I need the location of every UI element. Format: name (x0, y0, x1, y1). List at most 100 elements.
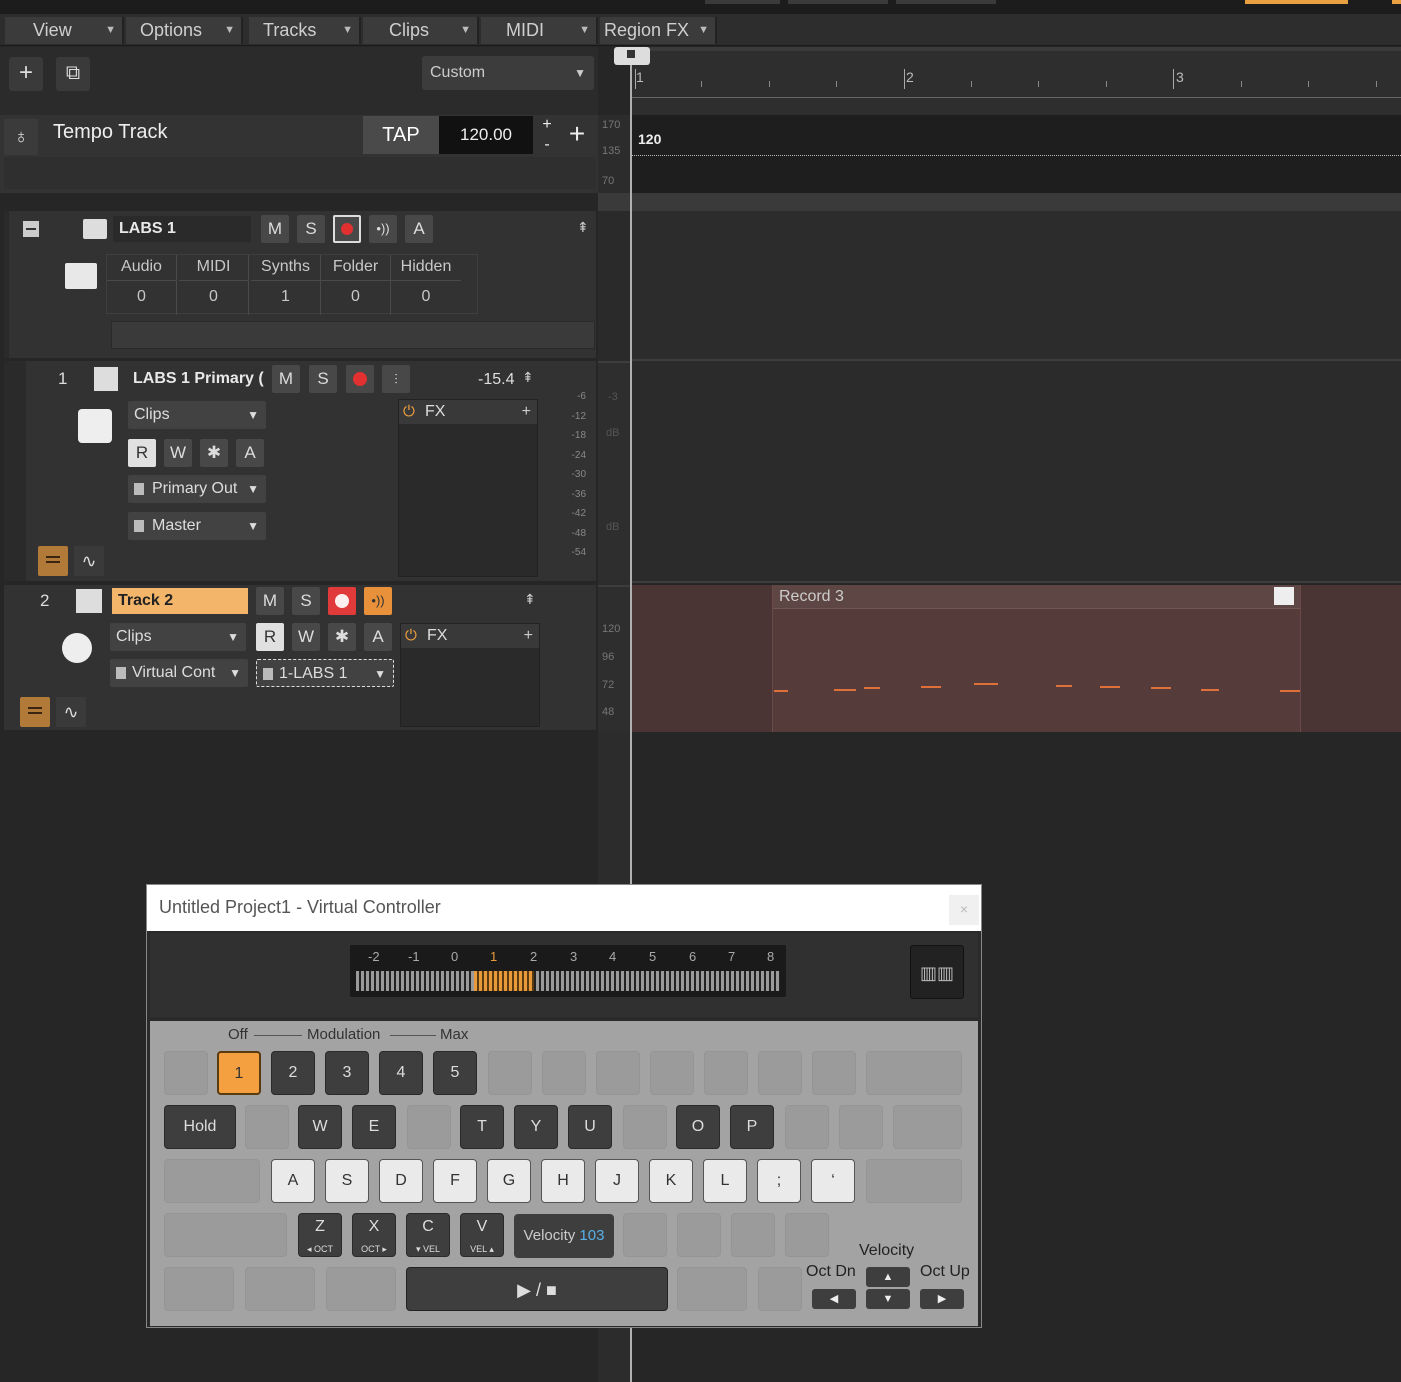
modulation-key-2[interactable]: 2 (271, 1051, 315, 1095)
blank-key[interactable] (623, 1105, 667, 1149)
add-fx-icon[interactable]: + (522, 400, 531, 424)
modulation-key-3[interactable]: 3 (325, 1051, 369, 1095)
velocity-up-button[interactable]: ▲ (866, 1267, 910, 1287)
input-echo-icon[interactable]: •)) (369, 215, 397, 243)
key-y[interactable]: Y (514, 1105, 558, 1149)
view-preset-dropdown[interactable]: Custom ▼ (422, 56, 594, 90)
blank-key[interactable] (839, 1105, 883, 1149)
close-button[interactable]: × (949, 895, 979, 925)
blank-key[interactable] (866, 1159, 962, 1203)
snapshot-button[interactable]: ✱ (200, 439, 228, 467)
tempo-lane[interactable]: 120 (632, 115, 1401, 193)
blank-key[interactable] (245, 1267, 315, 1311)
mute-button[interactable]: M (272, 365, 300, 393)
blank-key[interactable] (704, 1051, 748, 1095)
write-automation-button[interactable]: W (164, 439, 192, 467)
key-g[interactable]: G (487, 1159, 531, 1203)
blank-key[interactable] (542, 1051, 586, 1095)
expand-collapse-icon[interactable]: ⇞ (577, 219, 589, 236)
duplicate-track-button[interactable]: ⧉ (56, 57, 90, 91)
fx-rack[interactable]: ⏻ FX + (398, 399, 538, 577)
solo-button[interactable]: S (309, 365, 337, 393)
track-name[interactable]: Track 2 (112, 588, 248, 614)
blank-key[interactable] (677, 1213, 721, 1257)
blank-key[interactable] (623, 1213, 667, 1257)
input-dropdown[interactable]: Virtual Cont ▼ (110, 659, 248, 687)
folder-input-strip[interactable] (111, 321, 595, 349)
track-name[interactable]: LABS 1 Primary ( (127, 366, 267, 392)
window-titlebar[interactable]: Untitled Project1 - Virtual Controller × (147, 885, 981, 931)
blank-key[interactable] (893, 1105, 962, 1149)
blank-key[interactable] (758, 1267, 802, 1311)
expand-collapse-icon[interactable]: ⇞ (524, 591, 536, 608)
velocity-down-button[interactable]: ▼ (866, 1289, 910, 1309)
midi-clip[interactable]: Record 3 (772, 585, 1301, 732)
modulation-key-5[interactable]: 5 (433, 1051, 477, 1095)
automation-lane-icon[interactable]: ∿ (74, 546, 104, 576)
mute-button[interactable]: M (256, 587, 284, 615)
key-t[interactable]: T (460, 1105, 504, 1149)
automation-button[interactable]: A (364, 623, 392, 651)
key-a[interactable]: A (271, 1159, 315, 1203)
keyboard-range-map[interactable]: -2 -1 0 1 2 3 4 5 6 7 8 (350, 945, 786, 997)
midi-note[interactable] (1100, 686, 1120, 688)
key-v-velocity-up[interactable]: V VEL ▴ (460, 1213, 504, 1257)
playhead-handle[interactable] (614, 47, 650, 65)
hold-button[interactable]: Hold (164, 1105, 236, 1149)
piano-keyboard-icon[interactable]: ▥▥ (910, 945, 964, 999)
menu-region-fx[interactable]: Region FX ▼ (600, 17, 717, 44)
record-arm-button[interactable] (346, 365, 374, 393)
waveform-icon[interactable]: ⫶ (382, 365, 410, 393)
key-k[interactable]: K (649, 1159, 693, 1203)
blank-key[interactable] (731, 1213, 775, 1257)
blank-key[interactable] (785, 1105, 829, 1149)
key-h[interactable]: H (541, 1159, 585, 1203)
write-automation-button[interactable]: W (292, 623, 320, 651)
key-w[interactable]: W (298, 1105, 342, 1149)
tempo-value-field[interactable]: 120.00 (439, 116, 533, 154)
metronome-icon[interactable]: ♁ (4, 119, 38, 155)
blank-key[interactable] (326, 1267, 396, 1311)
midi-note[interactable] (921, 686, 941, 688)
key-f[interactable]: F (433, 1159, 477, 1203)
track-1-lane[interactable] (632, 361, 1401, 583)
mute-button[interactable]: M (261, 215, 289, 243)
midi-note[interactable] (774, 690, 788, 692)
midi-note[interactable] (1151, 687, 1171, 689)
key-quote[interactable]: ‘ (811, 1159, 855, 1203)
track-view-button[interactable] (20, 697, 50, 727)
key-z-octave-down[interactable]: Z ◂ OCT (298, 1213, 342, 1257)
key-c-velocity-down[interactable]: C ▾ VEL (406, 1213, 450, 1257)
midi-note[interactable] (864, 687, 880, 689)
automation-button[interactable]: A (405, 215, 433, 243)
midi-note[interactable] (834, 689, 856, 691)
tap-tempo-button[interactable]: TAP (363, 116, 439, 154)
folder-lane[interactable] (632, 211, 1401, 361)
menu-clips[interactable]: Clips ▼ (363, 17, 479, 44)
play-stop-button[interactable]: ▶ / ■ (406, 1267, 668, 1311)
key-j[interactable]: J (595, 1159, 639, 1203)
blank-key[interactable] (785, 1213, 829, 1257)
menu-options[interactable]: Options ▼ (126, 17, 243, 44)
solo-button[interactable]: S (297, 215, 325, 243)
timeline-ruler[interactable]: 1 2 3 (632, 47, 1401, 115)
key-p[interactable]: P (730, 1105, 774, 1149)
blank-key[interactable] (407, 1105, 451, 1149)
expand-collapse-icon[interactable]: ⇞ (522, 369, 534, 386)
blank-key[interactable] (164, 1051, 208, 1095)
record-arm-button-active[interactable] (328, 587, 356, 615)
blank-key[interactable] (164, 1159, 260, 1203)
top-tab[interactable] (896, 0, 996, 4)
clip-menu-icon[interactable] (1274, 587, 1294, 605)
power-icon[interactable]: ⏻ (403, 400, 415, 424)
menu-midi[interactable]: MIDI ▼ (481, 17, 598, 44)
key-semicolon[interactable]: ; (757, 1159, 801, 1203)
blank-key[interactable] (164, 1267, 234, 1311)
output-dropdown[interactable]: 1-LABS 1 ▼ (256, 659, 394, 687)
top-tab[interactable] (705, 0, 780, 4)
add-tempo-button[interactable]: + (562, 118, 592, 152)
tempo-decrement-button[interactable]: - (538, 136, 556, 154)
key-l[interactable]: L (703, 1159, 747, 1203)
menu-tracks[interactable]: Tracks ▼ (249, 17, 361, 44)
velocity-display[interactable]: Velocity 103 (514, 1214, 614, 1258)
